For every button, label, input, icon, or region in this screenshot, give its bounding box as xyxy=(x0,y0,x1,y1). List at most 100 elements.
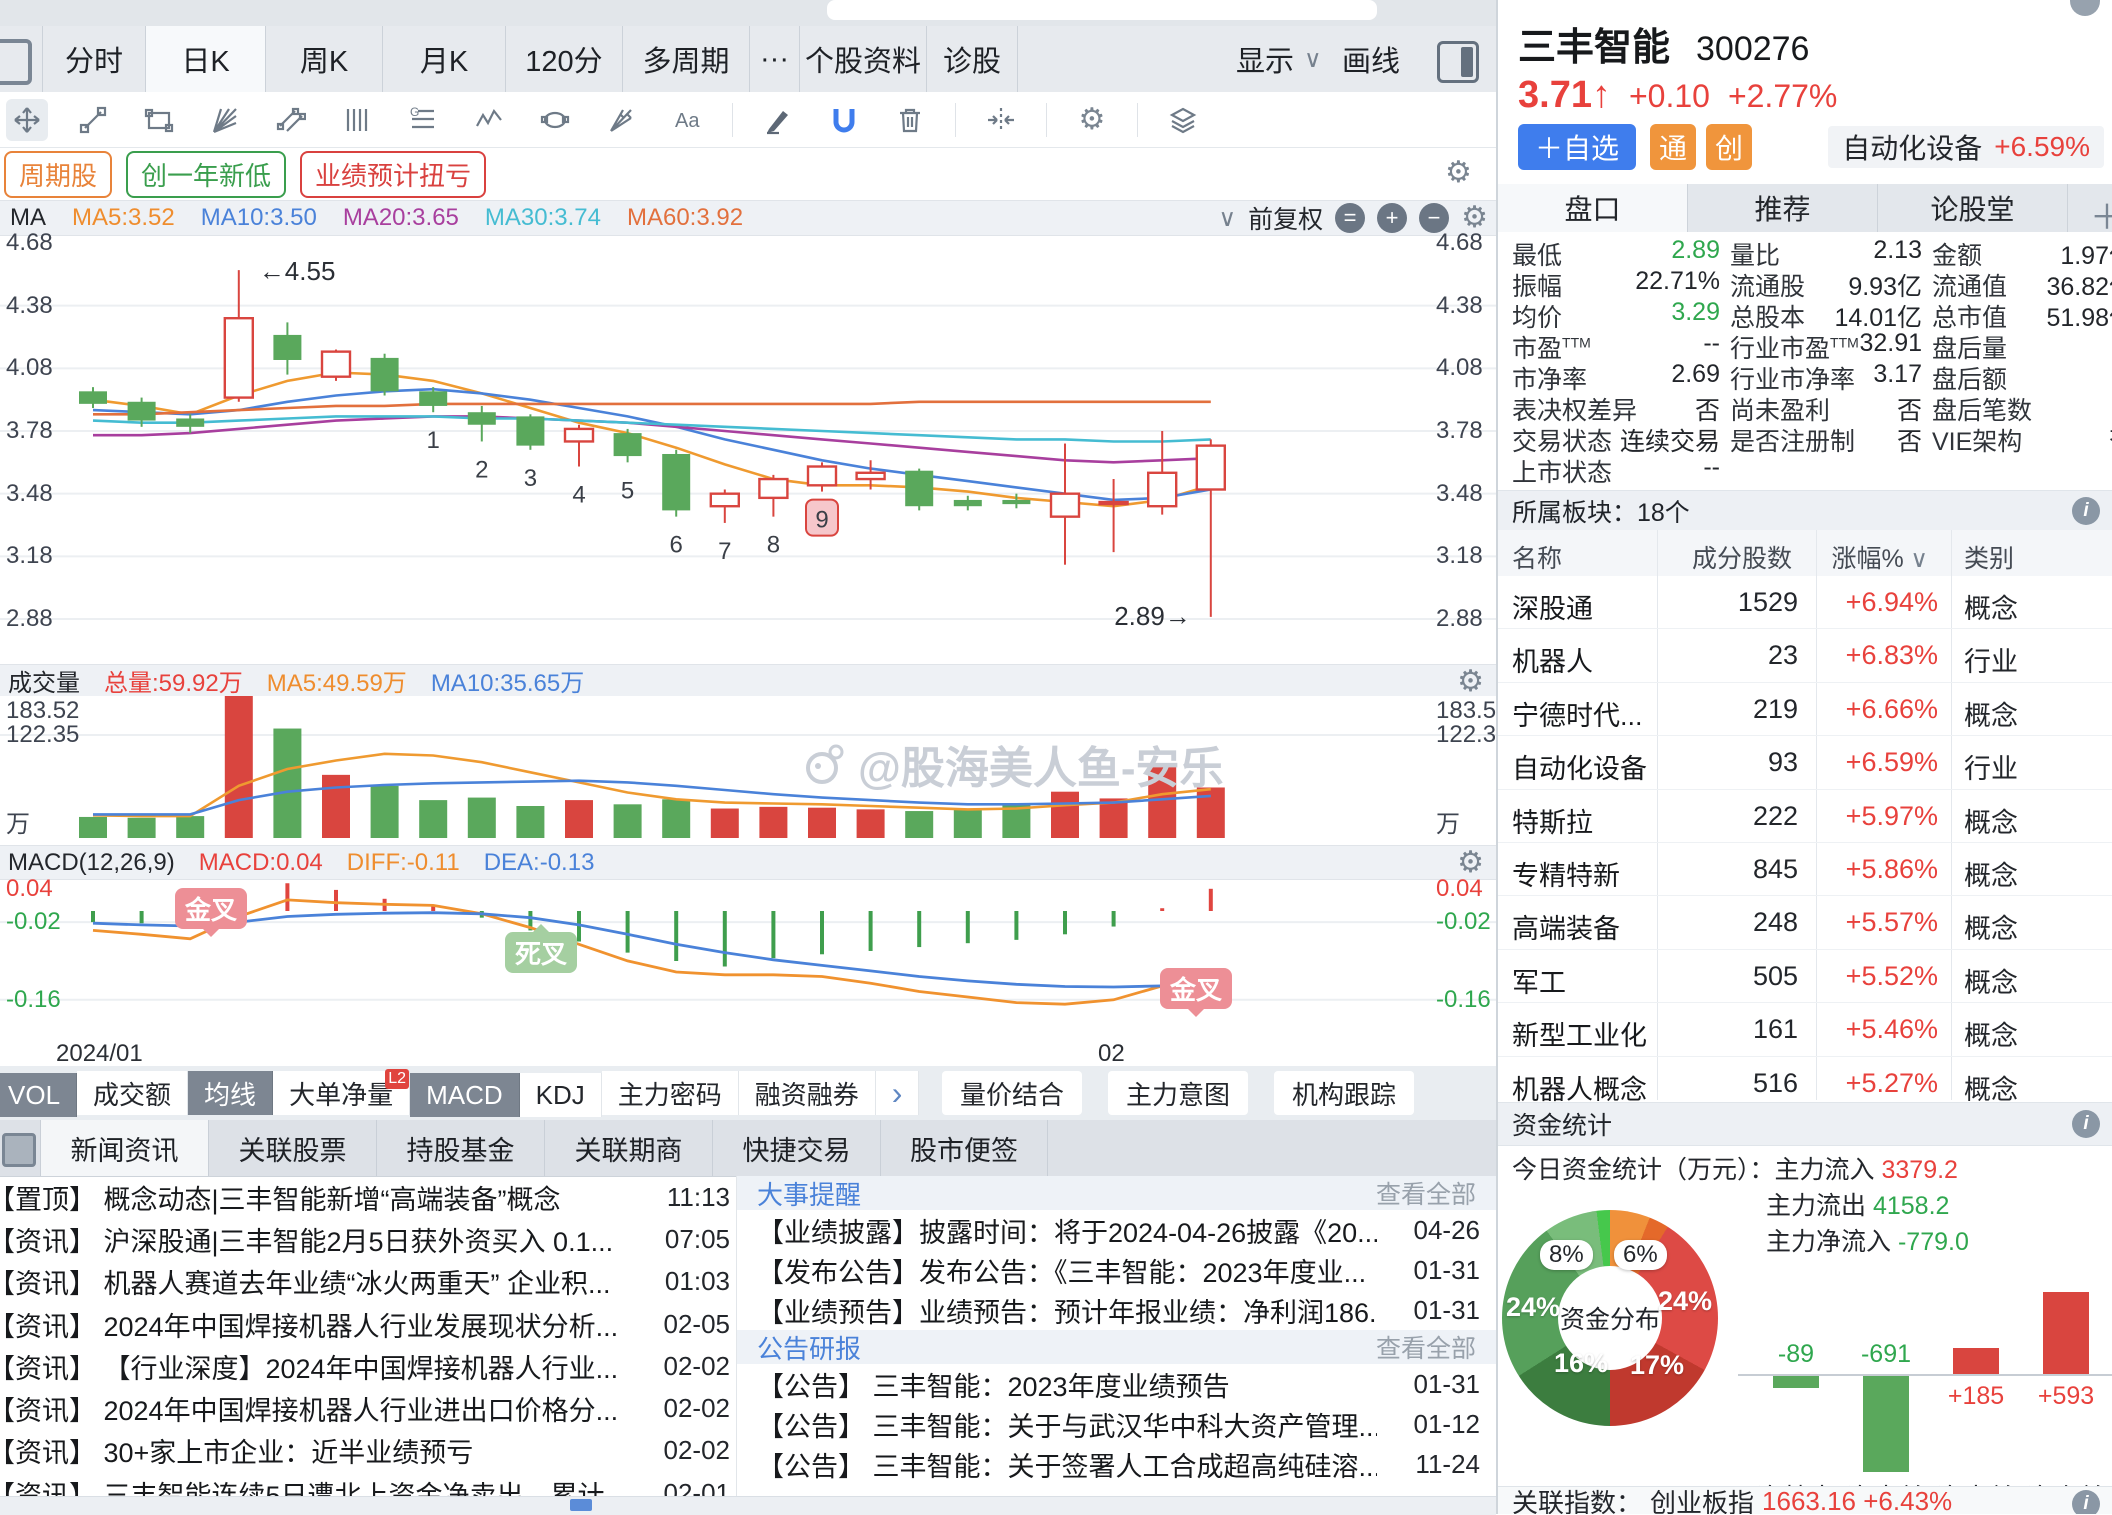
sector-row[interactable]: 军工505+5.52%概念 xyxy=(1498,950,2112,1003)
toolbar-settings-gear-icon[interactable]: ⚙ xyxy=(1071,99,1113,141)
report-item[interactable]: 【公告】 三丰智能：关于与武汉华中科大资产管理...01-12 xyxy=(737,1404,1496,1444)
tab-···[interactable]: ··· xyxy=(749,26,799,92)
panel-tab-推荐[interactable]: 推荐 xyxy=(1688,184,1878,232)
gann-fan-icon[interactable] xyxy=(204,99,246,141)
tool-tab-机构跟踪[interactable]: 机构跟踪 xyxy=(1274,1071,1414,1115)
add-watchlist-button[interactable]: ＋自选 xyxy=(1518,124,1636,170)
volume-settings-gear-icon[interactable]: ⚙ xyxy=(1457,667,1484,697)
pencil-tool-icon[interactable] xyxy=(757,99,799,141)
trash-icon[interactable] xyxy=(889,99,931,141)
panel-toggle-icon[interactable] xyxy=(1437,41,1479,83)
zoom-in-button[interactable]: + xyxy=(1377,203,1407,233)
wave-tool-icon[interactable] xyxy=(468,99,510,141)
related-index-bar[interactable]: 关联指数： 创业板指 1663.16 +6.43% i xyxy=(1498,1486,2112,1514)
parallel-channel-icon[interactable] xyxy=(270,99,312,141)
sector-row[interactable]: 特斯拉222+5.97%概念 xyxy=(1498,790,2112,843)
text-tool-icon[interactable]: Aa xyxy=(666,99,708,141)
indicator-tab-均线[interactable]: 均线 xyxy=(188,1071,273,1115)
indicator-tab-KDJ[interactable]: KDJ xyxy=(520,1073,602,1117)
info-icon[interactable]: i xyxy=(2072,1110,2100,1138)
tags-settings-gear-icon[interactable]: ⚙ xyxy=(1445,158,1472,188)
draw-line-button[interactable]: 画线 xyxy=(1342,26,1400,92)
tool-tab-量价结合[interactable]: 量价结合 xyxy=(942,1071,1082,1115)
add-tab-icon[interactable]: ＋ xyxy=(2090,190,2112,239)
news-tab-快捷交易[interactable]: 快捷交易 xyxy=(712,1120,880,1176)
macd-chart[interactable]: 0.040.04-0.02-0.02-0.16-0.16金叉死叉金叉 xyxy=(0,880,1496,1040)
info-icon[interactable]: i xyxy=(2072,1490,2100,1514)
tab-分时[interactable]: 分时 xyxy=(42,26,145,92)
fib-fan-icon[interactable] xyxy=(600,99,642,141)
stock-tag[interactable]: 业绩预计扭亏 xyxy=(300,151,486,198)
tab-日K[interactable]: 日K xyxy=(145,26,265,92)
sector-chip[interactable]: 自动化设备 +6.59% xyxy=(1828,126,2104,168)
sector-row[interactable]: 新型工业化161+5.46%概念 xyxy=(1498,1003,2112,1056)
trend-line-icon[interactable] xyxy=(72,99,114,141)
layers-icon[interactable] xyxy=(1162,99,1204,141)
event-item[interactable]: 【业绩披露】披露时间：将于2024-04-26披露《20...04-26 xyxy=(737,1210,1496,1250)
news-tab-关联期商[interactable]: 关联期商 xyxy=(544,1120,712,1176)
news-item[interactable]: 【资讯】 30+家上市企业：近半业绩预亏02-02 xyxy=(0,1430,736,1472)
rectangle-tool-icon[interactable] xyxy=(138,99,180,141)
panel-corner-icon[interactable] xyxy=(2070,0,2100,16)
horizontal-expand-icon[interactable] xyxy=(980,99,1022,141)
indicator-more-chevron[interactable]: › xyxy=(876,1071,920,1115)
news-item[interactable]: 【置顶】 概念动态|三丰智能新增“高端装备”概念11:13 xyxy=(0,1176,736,1218)
news-item[interactable]: 【资讯】 2024年中国焊接机器人行业进出口价格分...02-02 xyxy=(0,1387,736,1429)
news-item[interactable]: 【资讯】 机器人赛道去年业绩“冰火两重天” 企业积...01:03 xyxy=(0,1261,736,1303)
indicator-tab-VOL[interactable]: VOL xyxy=(0,1073,77,1117)
item-title: 【公告】 三丰智能：关于签署人工合成超高纯硅溶... xyxy=(757,1445,1377,1484)
news-item[interactable]: 【资讯】 2024年中国焊接机器人行业发展现状分析...02-05 xyxy=(0,1303,736,1345)
kline-chart[interactable]: ←4.551234567892.89→4.684.684.384.384.084… xyxy=(0,234,1496,664)
view-all-link[interactable]: 查看全部 xyxy=(1376,1329,1476,1365)
sector-row[interactable]: 高端装备248+5.57%概念 xyxy=(1498,896,2112,949)
golden-section-icon[interactable]: G xyxy=(402,99,444,141)
tab-月K[interactable]: 月K xyxy=(382,26,505,92)
view-all-link[interactable]: 查看全部 xyxy=(1376,1175,1476,1211)
report-item[interactable]: 【公告】 三丰智能：2023年度业绩预告01-31 xyxy=(737,1364,1496,1404)
tab-120分[interactable]: 120分 xyxy=(505,26,622,92)
event-item[interactable]: 【业绩预告】业绩预告：预计年报业绩：净利润186...01-31 xyxy=(737,1290,1496,1330)
news-tab-新闻资讯[interactable]: 新闻资讯 xyxy=(40,1120,208,1176)
sector-row[interactable]: 专精特新845+5.86%概念 xyxy=(1498,843,2112,896)
indicator-tab-大单净量[interactable]: 大单净量L2 xyxy=(273,1071,410,1115)
news-tab-持股基金[interactable]: 持股基金 xyxy=(376,1120,544,1176)
ellipse-tool-icon[interactable] xyxy=(534,99,576,141)
news-item[interactable]: 【资讯】 沪深股通|三丰智能2月5日获外资买入 0.1...07:05 xyxy=(0,1218,736,1260)
indicator-tab-成交额[interactable]: 成交额 xyxy=(77,1071,188,1115)
indicator-tab-MACD[interactable]: MACD xyxy=(410,1073,520,1117)
sort-column[interactable]: 涨幅% ∨ xyxy=(1832,539,1928,575)
window-icon[interactable] xyxy=(0,39,32,85)
adjust-mode-label[interactable]: 前复权 xyxy=(1248,200,1323,236)
sector-row[interactable]: 机器人23+6.83%行业 xyxy=(1498,629,2112,682)
panel-tab-盘口[interactable]: 盘口 xyxy=(1498,184,1688,232)
stock-tag[interactable]: 创一年新低 xyxy=(126,151,286,198)
magnet-tool-icon[interactable] xyxy=(823,99,865,141)
news-panel-icon[interactable] xyxy=(2,1133,36,1167)
indicator-tab-融资融券[interactable]: 融资融券 xyxy=(739,1071,876,1115)
event-item[interactable]: 【发布公告】发布公告：《三丰智能：2023年度业...01-31 xyxy=(737,1250,1496,1290)
tab-个股资料[interactable]: 个股资料 xyxy=(799,26,926,92)
tab-周K[interactable]: 周K xyxy=(265,26,382,92)
display-dropdown[interactable]: 显示 ∨ xyxy=(1236,26,1322,92)
news-tab-股市便签[interactable]: 股市便签 xyxy=(880,1120,1048,1176)
tab-诊股[interactable]: 诊股 xyxy=(926,26,1018,92)
info-icon[interactable]: i xyxy=(2072,497,2100,525)
report-item[interactable]: 【公告】 三丰智能：关于签署人工合成超高纯硅溶...11-24 xyxy=(737,1444,1496,1484)
reset-zoom-button[interactable]: = xyxy=(1335,203,1365,233)
stock-tag[interactable]: 周期股 xyxy=(4,151,112,198)
panel-tab-论股堂[interactable]: 论股堂 xyxy=(1878,184,2068,232)
vertical-lines-icon[interactable] xyxy=(336,99,378,141)
indicator-tab-主力密码[interactable]: 主力密码 xyxy=(602,1071,739,1115)
sector-row[interactable]: 宁德时代...219+6.66%概念 xyxy=(1498,683,2112,736)
news-item[interactable]: 【资讯】 【行业深度】2024年中国焊接机器人行业...02-02 xyxy=(0,1345,736,1387)
fund-bars-chart[interactable]: -89净特大-691净大单+185净中单+593净小单 xyxy=(1738,1240,2112,1514)
crosshair-move-icon[interactable] xyxy=(6,99,48,141)
sector-row[interactable]: 自动化设备93+6.59%行业 xyxy=(1498,736,2112,789)
top-search-box[interactable] xyxy=(827,0,1377,20)
fund-distribution-donut[interactable]: 资金分布 8% 6% 24% 24% 16% 17% xyxy=(1502,1210,1718,1426)
news-tab-关联股票[interactable]: 关联股票 xyxy=(208,1120,376,1176)
volume-chart[interactable]: @股海美人鱼-安乐 183.52183.52122.35122.35万万 xyxy=(0,696,1496,840)
tab-多周期[interactable]: 多周期 xyxy=(622,26,749,92)
tool-tab-主力意图[interactable]: 主力意图 xyxy=(1108,1071,1248,1115)
sector-row[interactable]: 深股通1529+6.94%概念 xyxy=(1498,576,2112,629)
